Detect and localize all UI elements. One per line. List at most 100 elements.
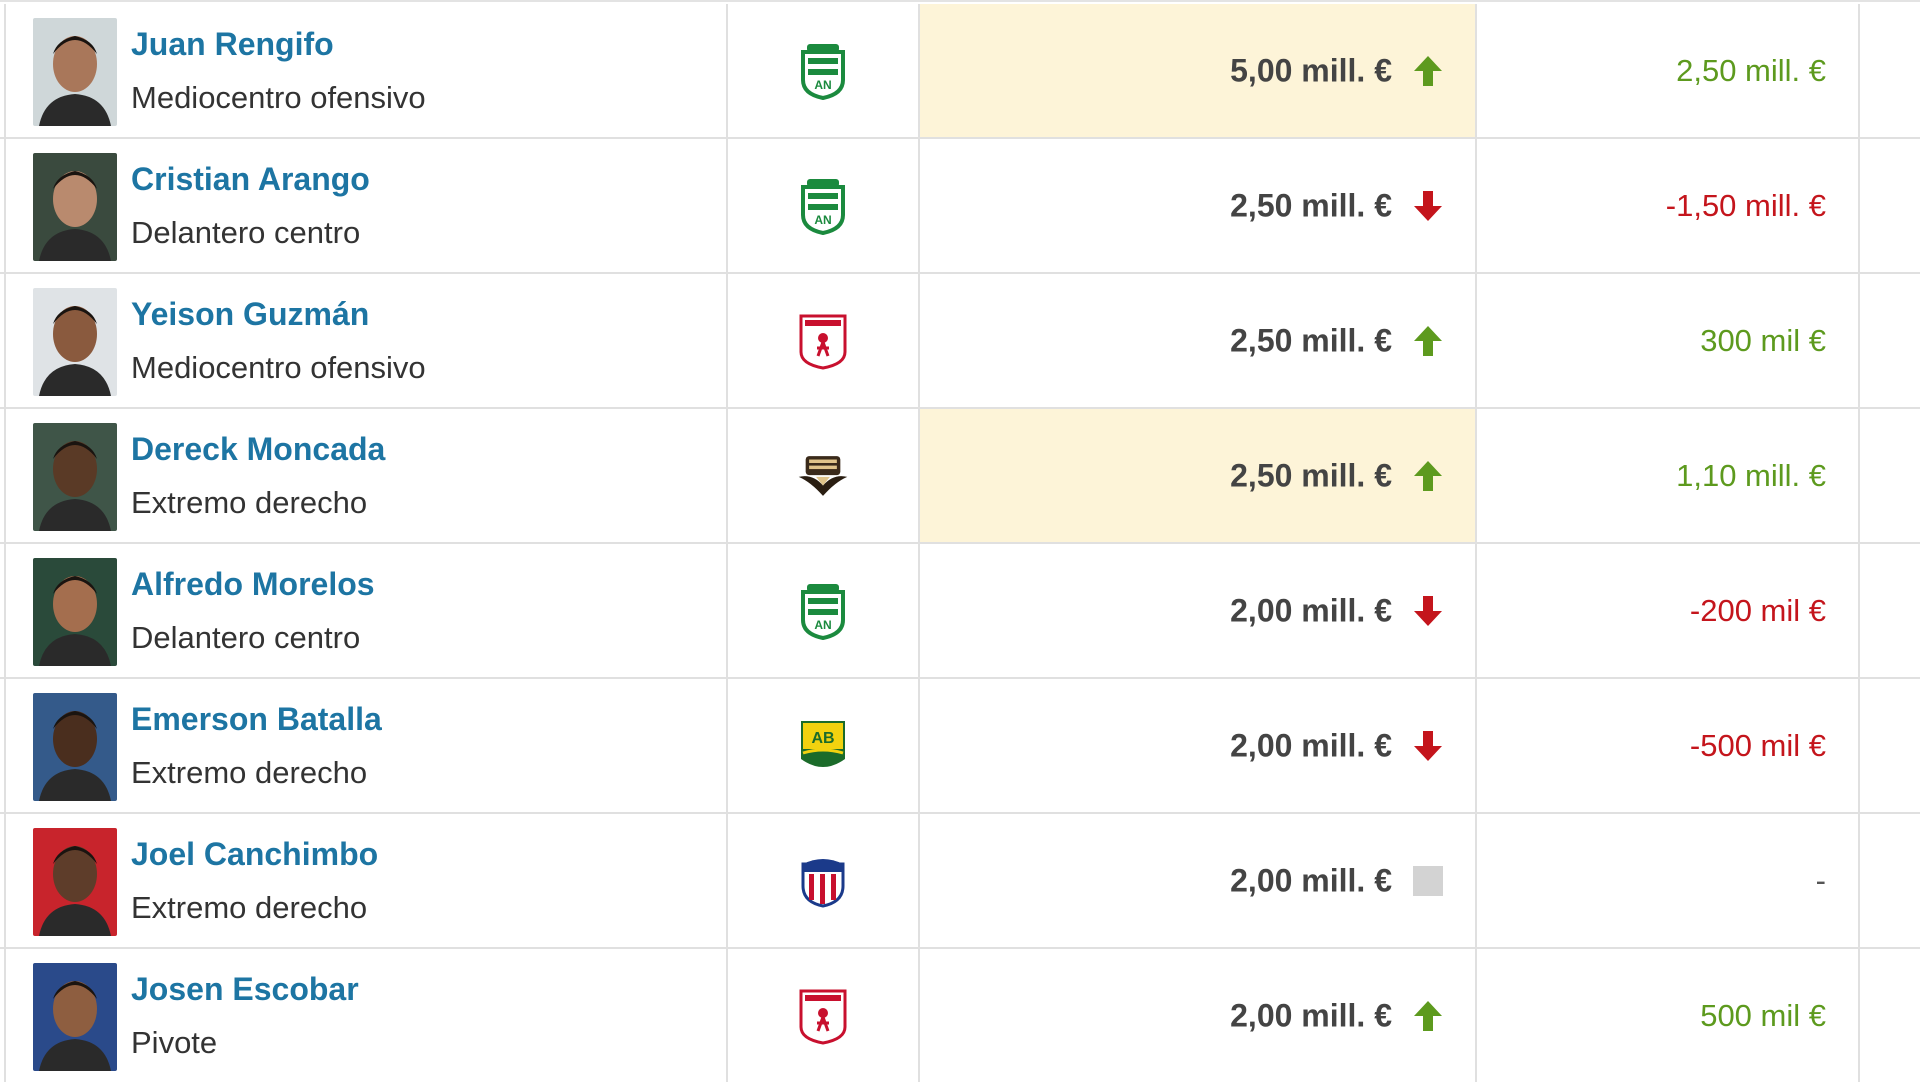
club-cell bbox=[728, 409, 920, 542]
player-name-link[interactable]: Juan Rengifo bbox=[131, 26, 334, 63]
player-name-link[interactable]: Cristian Arango bbox=[131, 161, 370, 198]
player-photo[interactable] bbox=[33, 558, 117, 666]
arrow-up-icon bbox=[1411, 999, 1445, 1033]
market-value-cell: 2,00 mill. € bbox=[920, 544, 1477, 677]
club-cell bbox=[728, 274, 920, 407]
table-row: Cristian Arango Delantero centro AN 2,50 mi… bbox=[0, 139, 1920, 274]
player-cell: Joel Canchimbo Extremo derecho bbox=[6, 814, 728, 947]
value-difference-cell: 1,10 mill. € bbox=[1477, 409, 1860, 542]
player-cell: Yeison Guzmán Mediocentro ofensivo bbox=[6, 274, 728, 407]
player-photo[interactable] bbox=[33, 693, 117, 801]
next-column-cell bbox=[1860, 679, 1920, 812]
player-cell: Emerson Batalla Extremo derecho bbox=[6, 679, 728, 812]
player-position: Mediocentro ofensivo bbox=[131, 80, 426, 115]
player-photo[interactable] bbox=[33, 18, 117, 126]
player-cell: Cristian Arango Delantero centro bbox=[6, 139, 728, 272]
player-position: Delantero centro bbox=[131, 620, 361, 655]
player-cell: Alfredo Morelos Delantero centro bbox=[6, 544, 728, 677]
atletico-nacional-crest-icon[interactable]: AN bbox=[797, 582, 849, 640]
club-cell bbox=[728, 814, 920, 947]
no-change-icon bbox=[1411, 864, 1445, 898]
value-difference: -500 mil € bbox=[1689, 727, 1826, 763]
next-column-cell bbox=[1860, 274, 1920, 407]
player-photo[interactable] bbox=[33, 828, 117, 936]
player-position: Mediocentro ofensivo bbox=[131, 350, 426, 385]
value-difference-cell: - bbox=[1477, 814, 1860, 947]
next-column-cell bbox=[1860, 4, 1920, 137]
player-name-link[interactable]: Joel Canchimbo bbox=[131, 836, 378, 873]
junior-barranquilla-crest-icon[interactable] bbox=[797, 852, 849, 910]
player-photo[interactable] bbox=[33, 153, 117, 261]
club-cell: AN bbox=[728, 4, 920, 137]
next-column-cell bbox=[1860, 544, 1920, 677]
value-difference-cell: -1,50 mill. € bbox=[1477, 139, 1860, 272]
market-value-link[interactable]: 2,50 mill. € bbox=[1230, 457, 1392, 494]
svg-text:AN: AN bbox=[814, 78, 831, 92]
player-position: Extremo derecho bbox=[131, 755, 368, 790]
value-difference-cell: 500 mil € bbox=[1477, 949, 1860, 1082]
market-value-link[interactable]: 2,50 mill. € bbox=[1230, 322, 1392, 359]
atletico-bucaramanga-crest-icon[interactable]: AB bbox=[797, 717, 849, 775]
arrow-up-icon bbox=[1411, 324, 1445, 358]
market-value-cell: 2,50 mill. € bbox=[920, 139, 1477, 272]
market-value-link[interactable]: 2,00 mill. € bbox=[1230, 862, 1392, 899]
market-value-link[interactable]: 2,50 mill. € bbox=[1230, 187, 1392, 224]
next-column-cell bbox=[1860, 949, 1920, 1082]
market-value-cell: 2,00 mill. € bbox=[920, 949, 1477, 1082]
player-photo[interactable] bbox=[33, 963, 117, 1071]
value-difference: -1,50 mill. € bbox=[1665, 187, 1826, 223]
value-difference-cell: -200 mil € bbox=[1477, 544, 1860, 677]
club-cell: AN bbox=[728, 544, 920, 677]
next-column-cell bbox=[1860, 409, 1920, 542]
market-value-cell: 2,50 mill. € bbox=[920, 274, 1477, 407]
player-name-link[interactable]: Alfredo Morelos bbox=[131, 566, 375, 603]
next-column-cell bbox=[1860, 814, 1920, 947]
player-cell: Dereck Moncada Extremo derecho bbox=[6, 409, 728, 542]
table-row: Juan Rengifo Mediocentro ofensivo AN 5,00 m… bbox=[0, 4, 1920, 139]
table-row: Dereck Moncada Extremo derecho 2,50 mill. … bbox=[0, 409, 1920, 544]
table-row: Alfredo Morelos Delantero centro AN 2,00 mi… bbox=[0, 544, 1920, 679]
club-cell: AN bbox=[728, 139, 920, 272]
atletico-nacional-crest-icon[interactable]: AN bbox=[797, 42, 849, 100]
value-difference: -200 mil € bbox=[1689, 592, 1826, 628]
club-cell: AB bbox=[728, 679, 920, 812]
next-column-cell bbox=[1860, 139, 1920, 272]
player-name-link[interactable]: Josen Escobar bbox=[131, 971, 359, 1008]
player-position: Pivote bbox=[131, 1025, 218, 1060]
market-value-link[interactable]: 5,00 mill. € bbox=[1230, 52, 1392, 89]
america-de-cali-crest-icon[interactable] bbox=[797, 312, 849, 370]
market-value-link[interactable]: 2,00 mill. € bbox=[1230, 592, 1392, 629]
value-difference-cell: 300 mil € bbox=[1477, 274, 1860, 407]
value-difference: 300 mil € bbox=[1700, 322, 1826, 358]
player-cell: Josen Escobar Pivote bbox=[6, 949, 728, 1082]
arrow-up-icon bbox=[1411, 54, 1445, 88]
market-value-link[interactable]: 2,00 mill. € bbox=[1230, 997, 1392, 1034]
player-photo[interactable] bbox=[33, 288, 117, 396]
player-position: Delantero centro bbox=[131, 215, 361, 250]
player-cell: Juan Rengifo Mediocentro ofensivo bbox=[6, 4, 728, 137]
market-value-cell: 2,00 mill. € bbox=[920, 679, 1477, 812]
market-value-table: Juan Rengifo Mediocentro ofensivo AN 5,00 m… bbox=[0, 0, 1920, 1082]
svg-text:AB: AB bbox=[811, 730, 834, 747]
once-caldas-crest-icon[interactable] bbox=[797, 447, 849, 505]
value-difference-cell: -500 mil € bbox=[1477, 679, 1860, 812]
table-row: Yeison Guzmán Mediocentro ofensivo 2,50 mi… bbox=[0, 274, 1920, 409]
arrow-down-icon bbox=[1411, 729, 1445, 763]
table-row: Joel Canchimbo Extremo derecho 2,00 mill. … bbox=[0, 814, 1920, 949]
player-name-link[interactable]: Yeison Guzmán bbox=[131, 296, 369, 333]
club-cell bbox=[728, 949, 920, 1082]
market-value-cell: 5,00 mill. € bbox=[920, 4, 1477, 137]
market-value-cell: 2,00 mill. € bbox=[920, 814, 1477, 947]
player-name-link[interactable]: Emerson Batalla bbox=[131, 701, 382, 738]
svg-text:AN: AN bbox=[814, 618, 831, 632]
table-row: Emerson Batalla Extremo derecho AB 2,00 mil… bbox=[0, 679, 1920, 814]
value-difference: 1,10 mill. € bbox=[1676, 457, 1826, 493]
arrow-down-icon bbox=[1411, 189, 1445, 223]
atletico-nacional-crest-icon[interactable]: AN bbox=[797, 177, 849, 235]
america-de-cali-crest-icon[interactable] bbox=[797, 987, 849, 1045]
market-value-link[interactable]: 2,00 mill. € bbox=[1230, 727, 1392, 764]
player-position: Extremo derecho bbox=[131, 890, 368, 925]
player-photo[interactable] bbox=[33, 423, 117, 531]
value-difference-cell: 2,50 mill. € bbox=[1477, 4, 1860, 137]
player-name-link[interactable]: Dereck Moncada bbox=[131, 431, 385, 468]
